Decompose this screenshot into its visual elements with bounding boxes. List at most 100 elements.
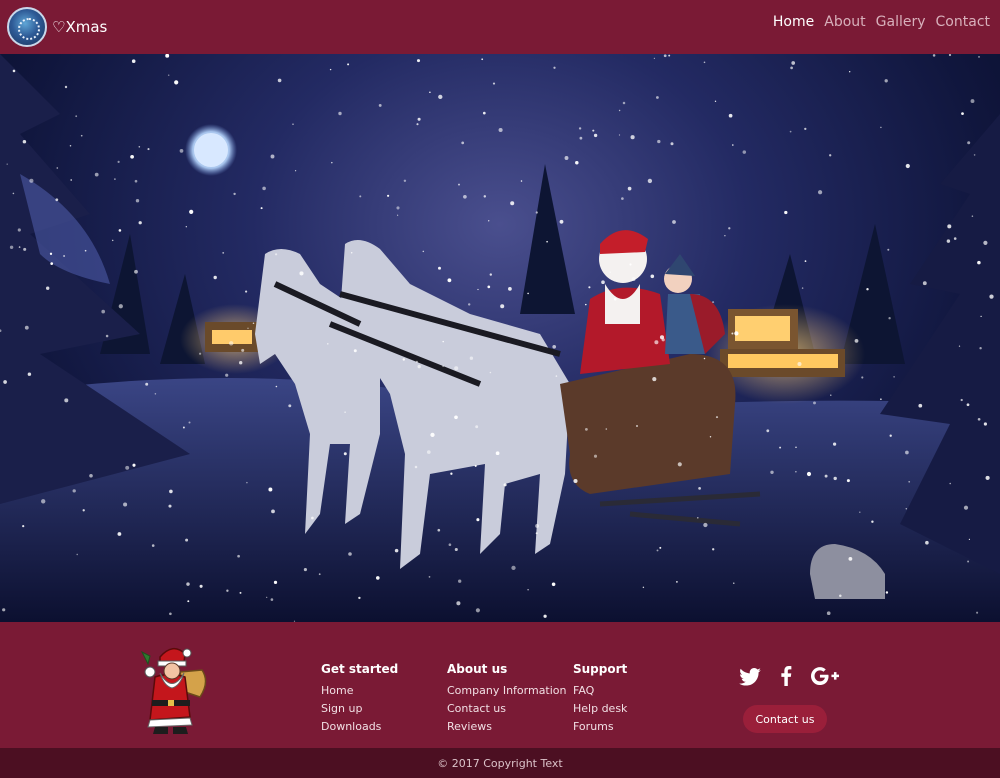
snowflake [359, 195, 362, 198]
snowflake [983, 422, 987, 426]
snowflake [977, 260, 981, 265]
snowflake [801, 287, 804, 289]
snowflake [889, 434, 892, 437]
footer-link[interactable]: Help desk [573, 700, 627, 718]
snowflake [621, 197, 624, 200]
snowflake [650, 274, 655, 279]
snowflake [429, 91, 431, 93]
snowflake [222, 251, 225, 254]
snowflake [123, 502, 128, 507]
snowflake [830, 394, 832, 396]
snowflake [970, 99, 975, 104]
snowflake [709, 436, 712, 438]
snowflake [213, 275, 217, 280]
santa-icon [140, 642, 210, 741]
footer-link[interactable]: Home [321, 682, 398, 700]
snowflake [375, 576, 380, 580]
footer-link[interactable]: Company Information [447, 682, 567, 700]
twitter-icon[interactable] [738, 667, 762, 691]
nav-about[interactable]: About [824, 14, 865, 30]
snowflake [350, 252, 353, 254]
site-footer: Get started Home Sign up Downloads About… [0, 622, 1000, 748]
snowflake [174, 80, 179, 85]
snowflake [976, 611, 979, 614]
snowflake [245, 290, 248, 293]
snowflake [676, 581, 678, 583]
snowflake [288, 404, 292, 408]
logo-link[interactable]: ♡Xmas [7, 7, 107, 47]
snowflake [654, 340, 659, 345]
snowflake [804, 260, 807, 262]
snowflake [154, 393, 157, 395]
contact-us-button[interactable]: Contact us [743, 705, 827, 733]
snowflake [601, 280, 605, 285]
snowflake [438, 266, 441, 270]
snowflake [239, 591, 242, 594]
snowflake [585, 428, 588, 431]
snowflake [450, 472, 453, 475]
footer-link[interactable]: FAQ [573, 682, 627, 700]
snowflake [985, 475, 990, 480]
footer-link[interactable]: Downloads [321, 718, 398, 736]
snowflake [511, 565, 516, 571]
footer-link[interactable]: Reviews [447, 718, 567, 736]
footer-column-title: Get started [321, 662, 399, 676]
snowflake [199, 584, 203, 588]
nav-contact[interactable]: Contact [936, 14, 990, 30]
snowflake [64, 398, 69, 403]
facebook-icon[interactable] [774, 666, 798, 691]
snowflake [237, 554, 240, 558]
snowflake [82, 509, 85, 512]
snowflake [482, 111, 486, 115]
footer-link[interactable]: Forums [573, 718, 627, 736]
snowflake [871, 520, 874, 523]
snowflake [527, 292, 529, 295]
snowflake [347, 63, 350, 66]
snowflake [56, 167, 59, 169]
snowflake [880, 398, 882, 401]
snowflake-logo-icon [7, 7, 47, 47]
snowflake [498, 127, 503, 133]
nav-gallery[interactable]: Gallery [876, 14, 926, 30]
snowflake [829, 154, 832, 157]
snowflake [564, 156, 569, 160]
snowflake [656, 96, 659, 99]
snowflake [978, 56, 980, 58]
snowflake [585, 303, 587, 306]
snowflake [270, 154, 275, 159]
snowflake [271, 509, 275, 514]
snowflake [861, 376, 864, 379]
snowflake [980, 315, 982, 318]
snowflake [656, 549, 659, 552]
snowflake [458, 183, 460, 186]
snowflake [311, 516, 314, 520]
snowflake [668, 54, 671, 57]
nav-home[interactable]: Home [773, 14, 814, 30]
snowflake [75, 115, 78, 118]
snowflake [134, 269, 138, 274]
snowflake [578, 127, 582, 130]
snowflake [117, 532, 122, 536]
snowflake [922, 281, 927, 286]
snowflake [327, 343, 329, 345]
snowflake [426, 450, 431, 454]
snowflake [344, 411, 346, 413]
snowflake [733, 582, 735, 584]
snowflake [477, 288, 479, 291]
snowflake [925, 540, 929, 545]
snowflake [229, 341, 234, 346]
brand-name: ♡Xmas [52, 18, 108, 36]
snowflake [967, 141, 971, 145]
snowflake [949, 482, 951, 485]
snowflake [117, 160, 120, 163]
snowflake [454, 547, 458, 552]
google-plus-icon[interactable] [810, 667, 840, 690]
snowflake [27, 372, 32, 376]
footer-link[interactable]: Sign up [321, 700, 398, 718]
snowflake [387, 194, 390, 197]
footer-link[interactable]: Contact us [447, 700, 567, 718]
snowflake [438, 94, 443, 100]
snowflake [804, 127, 807, 131]
top-nav-bar: ♡Xmas Home About Gallery Contact [0, 0, 1000, 54]
snowflake [495, 451, 500, 456]
